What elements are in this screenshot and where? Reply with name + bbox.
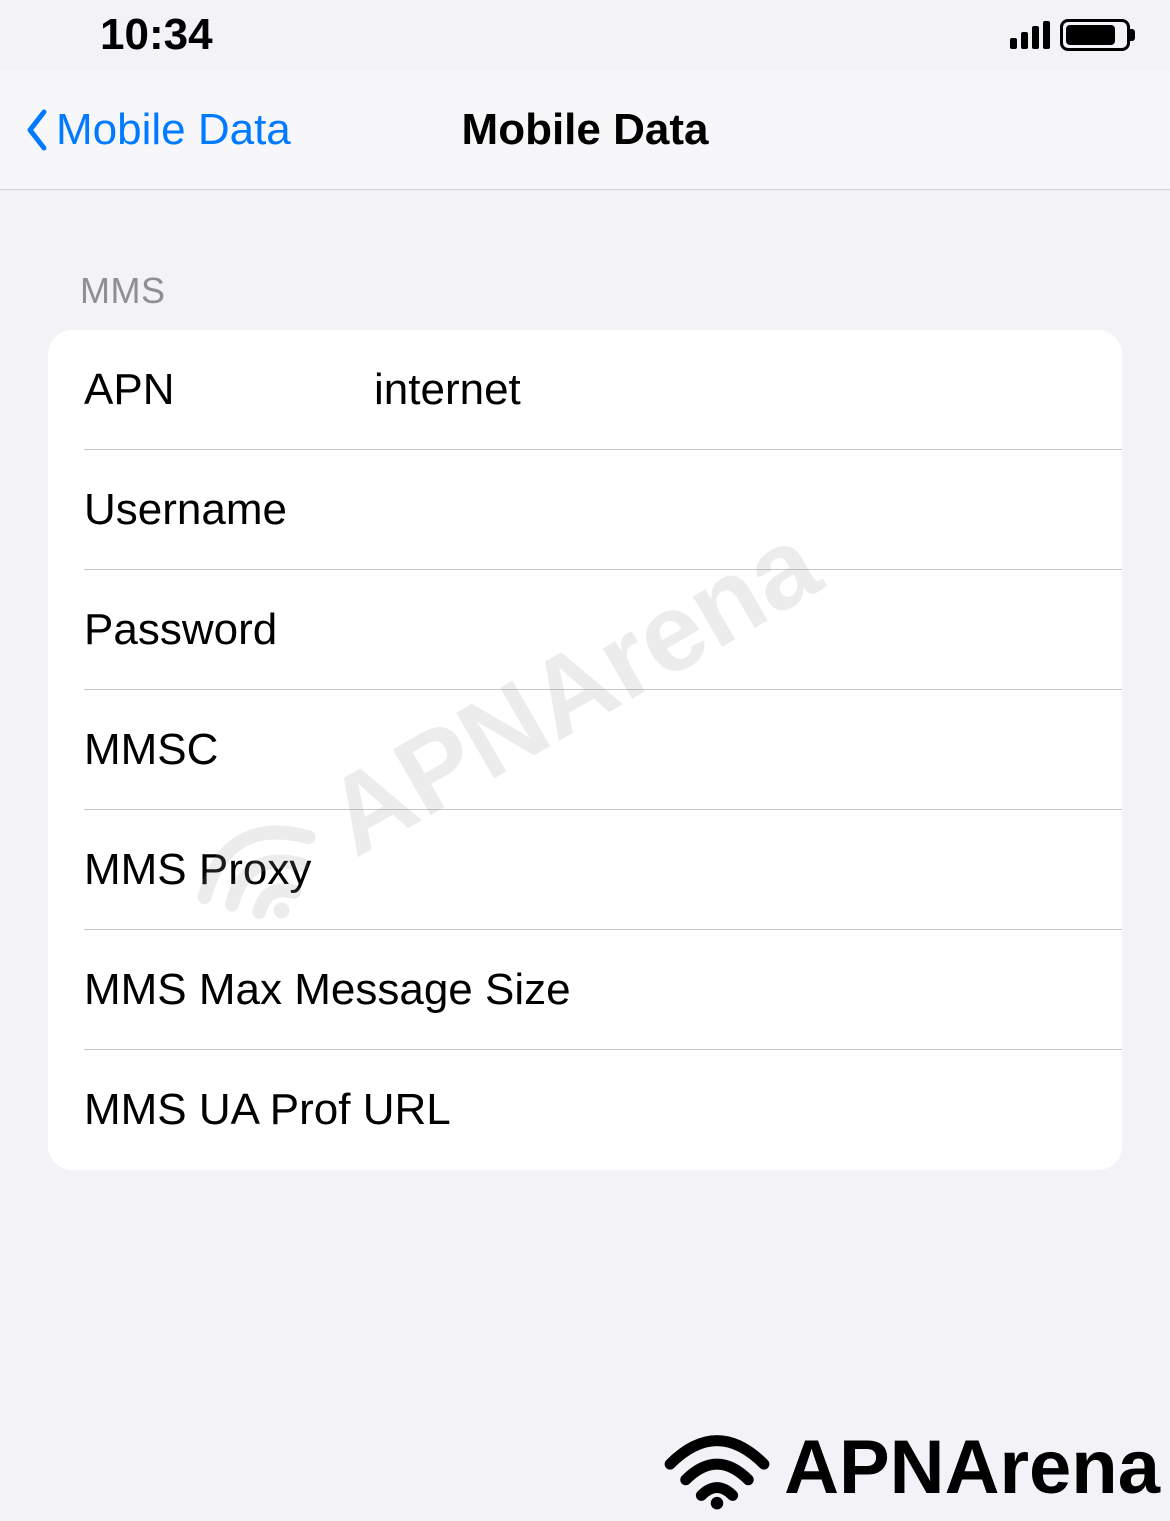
- section-header-mms: MMS: [48, 270, 1122, 330]
- apn-row[interactable]: APN: [48, 330, 1122, 450]
- cellular-signal-icon: [1010, 21, 1050, 49]
- username-input[interactable]: [374, 485, 1122, 535]
- wifi-icon: [662, 1425, 772, 1511]
- content-area: MMS APN Username Password MMSC MMS Proxy: [0, 190, 1170, 1170]
- username-row[interactable]: Username: [48, 450, 1122, 570]
- mmsc-label: MMSC: [84, 725, 374, 775]
- back-label: Mobile Data: [56, 105, 291, 155]
- mms-settings-group: APN Username Password MMSC MMS Proxy MMS…: [48, 330, 1122, 1170]
- status-indicators: [1010, 19, 1130, 51]
- password-label: Password: [84, 605, 374, 655]
- status-bar: 10:34: [0, 0, 1170, 70]
- mms-max-size-input[interactable]: [571, 965, 1122, 1015]
- mms-proxy-input[interactable]: [374, 845, 1122, 895]
- watermark-bottom-text: APNArena: [784, 1424, 1160, 1511]
- username-label: Username: [84, 485, 374, 535]
- mms-ua-prof-label: MMS UA Prof URL: [84, 1085, 451, 1135]
- apn-label: APN: [84, 365, 374, 415]
- status-time: 10:34: [100, 10, 213, 60]
- navigation-bar: Mobile Data Mobile Data: [0, 70, 1170, 190]
- mms-ua-prof-input[interactable]: [451, 1085, 1122, 1135]
- mms-max-size-label: MMS Max Message Size: [84, 965, 571, 1015]
- chevron-left-icon: [24, 108, 48, 152]
- apn-input[interactable]: [374, 365, 1122, 415]
- page-title: Mobile Data: [462, 105, 709, 155]
- battery-icon: [1060, 19, 1130, 51]
- mms-proxy-row[interactable]: MMS Proxy: [48, 810, 1122, 930]
- password-row[interactable]: Password: [48, 570, 1122, 690]
- mms-ua-prof-row[interactable]: MMS UA Prof URL: [48, 1050, 1122, 1170]
- watermark-bottom: APNArena: [662, 1424, 1160, 1511]
- mmsc-row[interactable]: MMSC: [48, 690, 1122, 810]
- mms-max-size-row[interactable]: MMS Max Message Size: [48, 930, 1122, 1050]
- password-input[interactable]: [374, 605, 1122, 655]
- mmsc-input[interactable]: [374, 725, 1122, 775]
- back-button[interactable]: Mobile Data: [0, 105, 291, 155]
- mms-proxy-label: MMS Proxy: [84, 845, 374, 895]
